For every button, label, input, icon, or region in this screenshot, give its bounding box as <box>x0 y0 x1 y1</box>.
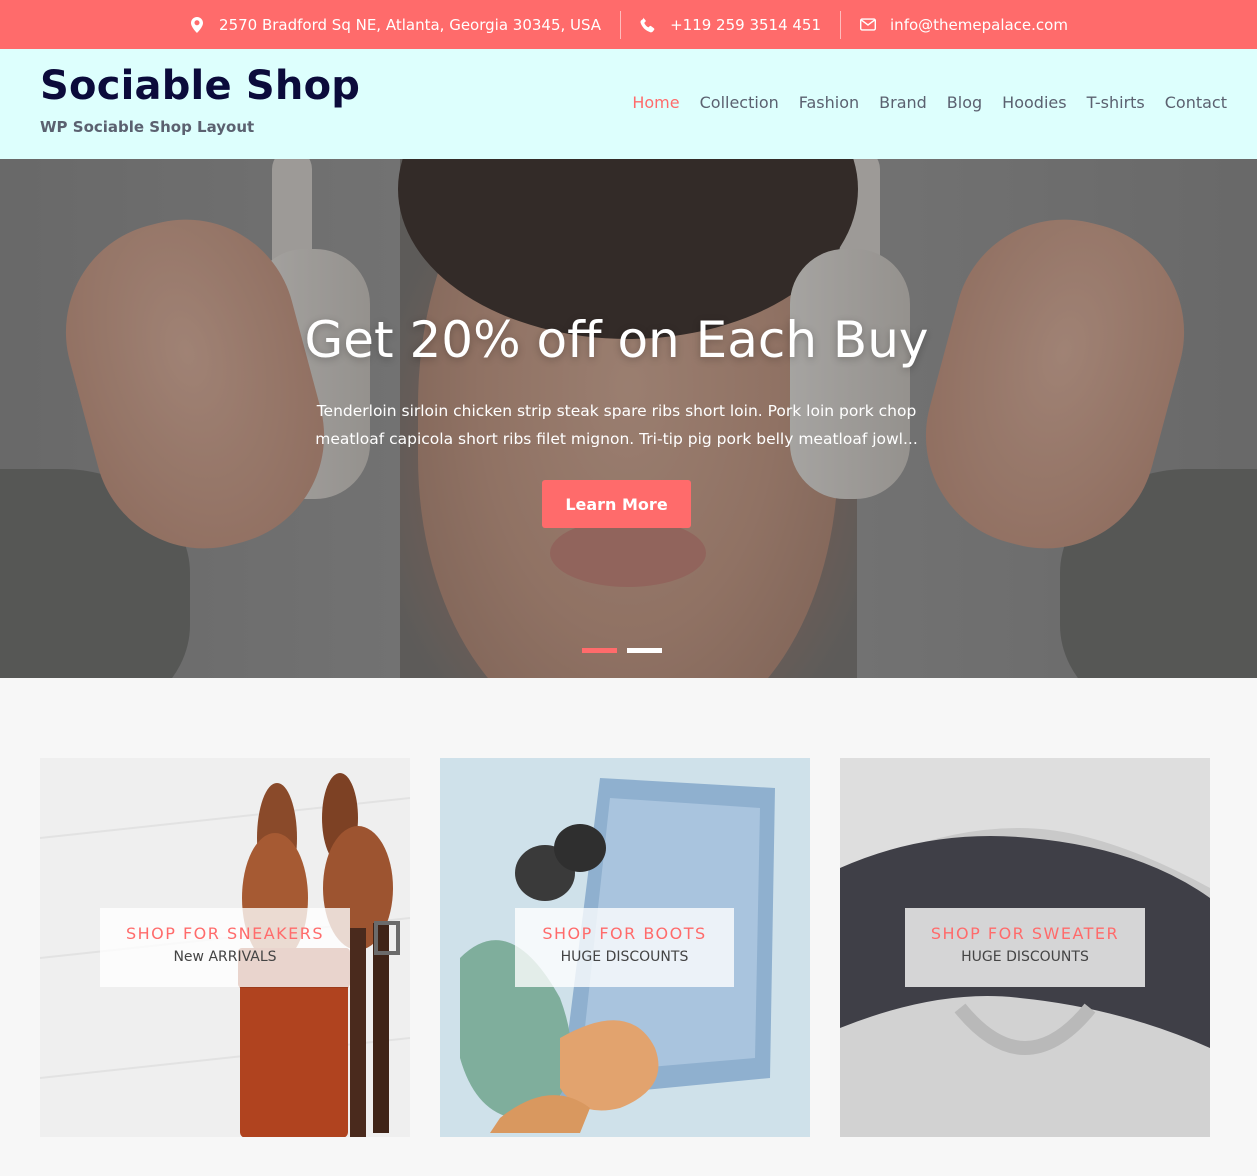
site-header: Sociable Shop WP Sociable Shop Layout Ho… <box>0 49 1257 159</box>
promo-subtitle: HUGE DISCOUNTS <box>961 949 1089 965</box>
slider-dot[interactable] <box>627 648 662 653</box>
email-item[interactable]: info@themepalace.com <box>840 10 1087 39</box>
email-text[interactable]: info@themepalace.com <box>890 16 1068 34</box>
site-title[interactable]: Sociable Shop <box>40 63 360 109</box>
promo-label: SHOP FOR SNEAKERS New ARRIVALS <box>100 908 350 987</box>
promo-title[interactable]: SHOP FOR SNEAKERS <box>100 924 350 943</box>
nav-item-fashion[interactable]: Fashion <box>799 93 859 112</box>
top-contact-bar: 2570 Bradford Sq NE, Atlanta, Georgia 30… <box>0 0 1257 49</box>
hero-content: Get 20% off on Each Buy Tenderloin sirlo… <box>0 159 1257 678</box>
map-pin-icon <box>189 16 205 33</box>
main-nav: Home Collection Fashion Brand Blog Hoodi… <box>612 93 1227 112</box>
hero-title: Get 20% off on Each Buy <box>304 311 929 369</box>
nav-item-contact[interactable]: Contact <box>1165 93 1227 112</box>
hero-slider: Get 20% off on Each Buy Tenderloin sirlo… <box>0 159 1257 678</box>
nav-item-hoodies[interactable]: Hoodies <box>1002 93 1066 112</box>
nav-item-home[interactable]: Home <box>632 93 679 112</box>
promo-cards: SHOP FOR SNEAKERS New ARRIVALS SHOP FOR … <box>40 758 1210 1137</box>
promo-card-sweater[interactable]: SHOP FOR SWEATER HUGE DISCOUNTS <box>840 758 1210 1137</box>
promo-card-sneakers[interactable]: SHOP FOR SNEAKERS New ARRIVALS <box>40 758 410 1137</box>
nav-item-brand[interactable]: Brand <box>879 93 927 112</box>
promo-subtitle: New ARRIVALS <box>173 949 277 965</box>
address-text: 2570 Bradford Sq NE, Atlanta, Georgia 30… <box>219 15 602 34</box>
slider-dot[interactable] <box>582 648 617 653</box>
promo-title[interactable]: SHOP FOR SWEATER <box>905 924 1145 943</box>
address-item: 2570 Bradford Sq NE, Atlanta, Georgia 30… <box>170 11 620 39</box>
nav-item-blog[interactable]: Blog <box>947 93 982 112</box>
phone-item[interactable]: +119 259 3514 451 <box>620 10 840 39</box>
promo-label: SHOP FOR SWEATER HUGE DISCOUNTS <box>905 908 1145 987</box>
slider-pagination <box>582 648 662 653</box>
learn-more-button[interactable]: Learn More <box>542 480 691 528</box>
hero-description: Tenderloin sirloin chicken strip steak s… <box>315 402 918 448</box>
promo-label: SHOP FOR BOOTS HUGE DISCOUNTS <box>515 908 734 987</box>
site-tagline: WP Sociable Shop Layout <box>40 118 255 136</box>
nav-item-tshirts[interactable]: T-shirts <box>1087 93 1145 112</box>
promo-subtitle: HUGE DISCOUNTS <box>560 949 689 965</box>
phone-icon <box>640 17 656 33</box>
promo-title[interactable]: SHOP FOR BOOTS <box>515 924 734 943</box>
promo-card-boots[interactable]: SHOP FOR BOOTS HUGE DISCOUNTS <box>440 758 810 1137</box>
envelope-icon <box>860 17 877 33</box>
nav-item-collection[interactable]: Collection <box>700 93 779 112</box>
phone-text[interactable]: +119 259 3514 451 <box>670 16 821 34</box>
